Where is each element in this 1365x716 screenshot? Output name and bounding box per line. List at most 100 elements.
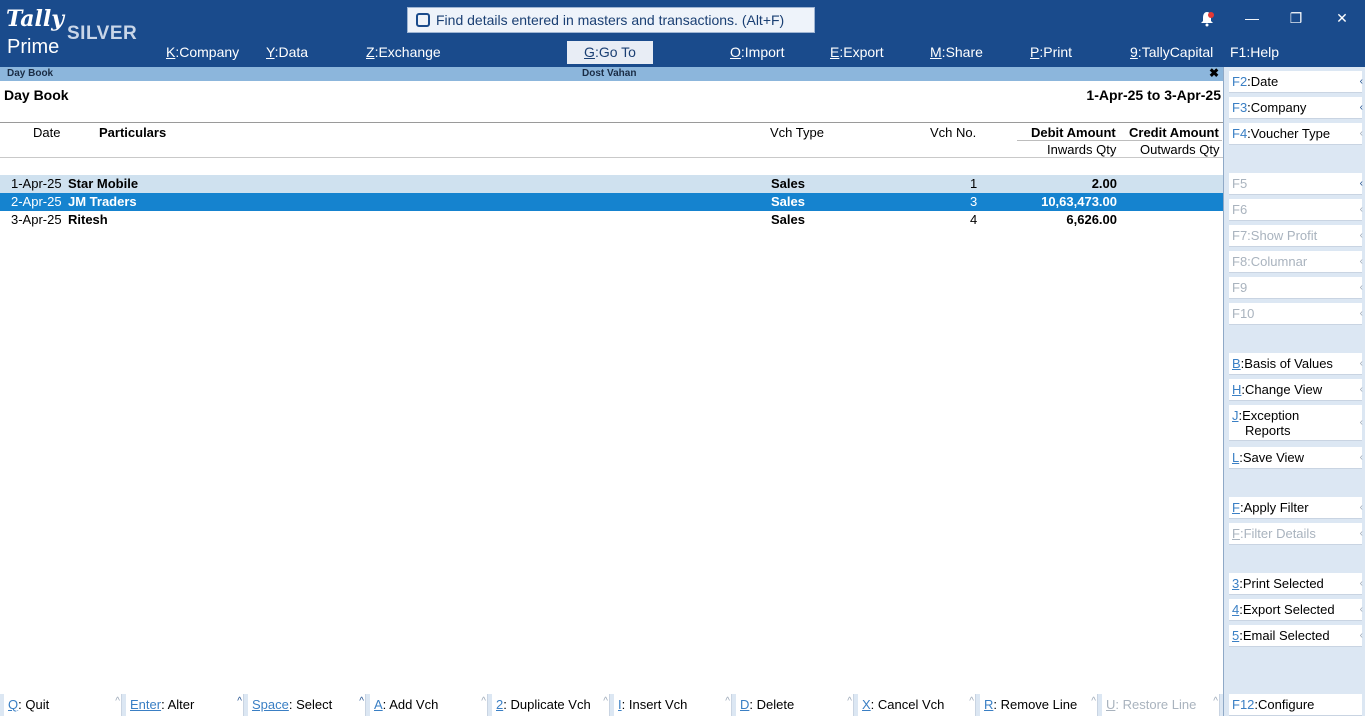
f9-button[interactable]: F9 ‹ — [1229, 277, 1363, 299]
chevron-left-icon: ‹ — [1359, 230, 1363, 241]
col-vch-type: Vch Type — [770, 125, 824, 140]
restore-button[interactable]: ❐ — [1286, 10, 1306, 27]
row-date: 1-Apr-25 — [11, 176, 62, 191]
header-divider-top — [0, 122, 1223, 123]
chevron-left-icon: ‹ — [1359, 528, 1363, 539]
menu-exchange[interactable]: Z:Exchange — [366, 44, 441, 60]
amount-col-divider — [1017, 140, 1222, 141]
footer-bar: Q: Quit ^ Enter: Alter ^ Space: Select ^ A:… — [0, 694, 1223, 716]
save-view-button[interactable]: L:Save View ‹ — [1229, 447, 1363, 469]
col-inwards-qty: Inwards Qty — [1047, 142, 1117, 157]
row-particulars: JM Traders — [68, 194, 137, 209]
col-date: Date — [33, 125, 61, 140]
menu-share[interactable]: M:Share — [930, 44, 983, 60]
caret-up-icon: ^ — [969, 696, 974, 707]
delete-button[interactable]: D: Delete ^ — [736, 694, 854, 716]
add-vch-button[interactable]: A: Add Vch ^ — [370, 694, 488, 716]
caret-up-icon: ^ — [1091, 696, 1096, 707]
company-button[interactable]: F3:Company ‹ — [1229, 97, 1363, 119]
chevron-left-icon: ‹ — [1359, 76, 1363, 87]
menu-data[interactable]: Y:Data — [266, 44, 308, 60]
col-outwards-qty: Outwards Qty — [1140, 142, 1220, 157]
caret-up-icon: ^ — [725, 696, 730, 707]
table-row[interactable]: 1-Apr-25 Star Mobile Sales 1 2.00 — [0, 175, 1223, 193]
tally-logo: Tally — [6, 6, 65, 32]
caret-up-icon: ^ — [481, 696, 486, 707]
row-vch-type: Sales — [771, 212, 805, 227]
print-selected-button[interactable]: 3:Print Selected ‹ — [1229, 573, 1363, 595]
date-button[interactable]: F2:Date ‹ — [1229, 71, 1363, 93]
prime-logo-text: Prime — [7, 36, 60, 58]
row-vch-no: 1 — [970, 176, 978, 191]
email-selected-button[interactable]: 5:Email Selected ‹ — [1229, 625, 1363, 647]
row-particulars: Star Mobile — [68, 176, 139, 191]
col-vch-no: Vch No. — [930, 125, 977, 140]
header-divider-bottom — [0, 157, 1223, 158]
f6-button[interactable]: F6 ‹ — [1229, 199, 1363, 221]
duplicate-vch-button[interactable]: 2: Duplicate Vch ^ — [492, 694, 610, 716]
col-credit-amount: Credit Amount — [1129, 125, 1219, 140]
menu-tallycapital[interactable]: 9:TallyCapital — [1130, 44, 1213, 60]
row-vch-no: 3 — [970, 194, 978, 209]
search-bar[interactable]: Find details entered in masters and tran… — [407, 7, 815, 33]
search-icon — [416, 13, 430, 27]
chevron-left-icon: ‹ — [1359, 358, 1363, 369]
menu-export[interactable]: E:Export — [830, 44, 884, 60]
configure-button[interactable]: F12:Configure — [1229, 694, 1362, 716]
notification-bell-icon[interactable] — [1199, 11, 1215, 27]
close-report-icon[interactable]: ✖ — [1209, 66, 1219, 80]
quit-button[interactable]: Q: Quit ^ — [4, 694, 122, 716]
menu-print[interactable]: P:Print — [1030, 44, 1072, 60]
select-button[interactable]: Space: Select ^ — [248, 694, 366, 716]
insert-vch-button[interactable]: I: Insert Vch ^ — [614, 694, 732, 716]
show-profit-button[interactable]: F7:Show Profit ‹ — [1229, 225, 1363, 247]
menu-import[interactable]: O:Import — [730, 44, 784, 60]
f10-button[interactable]: F10 ‹ — [1229, 303, 1363, 325]
alter-button[interactable]: Enter: Alter ^ — [126, 694, 244, 716]
chevron-left-icon: ‹ — [1359, 308, 1363, 319]
f5-button[interactable]: F5 ‹ — [1229, 173, 1363, 195]
cancel-vch-button[interactable]: X: Cancel Vch ^ — [858, 694, 976, 716]
row-debit: 2.00 — [1091, 176, 1117, 191]
menu-goto[interactable]: G:Go To — [567, 41, 653, 64]
caret-up-icon: ^ — [115, 696, 120, 707]
chevron-left-icon: ‹ — [1359, 282, 1363, 293]
chevron-left-icon: ‹ — [1359, 384, 1363, 395]
report-title: Day Book — [4, 87, 69, 103]
restore-line-button[interactable]: U: Restore Line ^ — [1102, 694, 1220, 716]
caret-up-icon: ^ — [847, 696, 852, 707]
report-subbar: Day Book Dost Vahan ✖ — [0, 66, 1223, 81]
change-view-button[interactable]: H:Change View ‹ — [1229, 379, 1363, 401]
table-row[interactable]: 3-Apr-25 Ritesh Sales 4 6,626.00 — [0, 211, 1223, 229]
chevron-left-icon: ‹ — [1359, 630, 1363, 641]
apply-filter-button[interactable]: F:Apply Filter ‹ — [1229, 497, 1363, 519]
row-vch-type: Sales — [771, 176, 805, 191]
caret-up-icon: ^ — [237, 696, 242, 707]
columnar-button[interactable]: F8:Columnar ‹ — [1229, 251, 1363, 273]
subbar-report-name: Day Book — [7, 68, 54, 79]
remove-line-button[interactable]: R: Remove Line ^ — [980, 694, 1098, 716]
table-row-selected[interactable]: 2-Apr-25 JM Traders Sales 3 10,63,473.00 — [0, 193, 1223, 211]
chevron-left-icon: ‹ — [1359, 178, 1363, 189]
col-debit-amount: Debit Amount — [1031, 125, 1116, 140]
export-selected-button[interactable]: 4:Export Selected ‹ — [1229, 599, 1363, 621]
filter-details-button[interactable]: F:Filter Details ‹ — [1229, 523, 1363, 545]
chevron-left-icon: ‹ — [1359, 256, 1363, 267]
row-date: 2-Apr-25 — [11, 194, 62, 209]
basis-of-values-button[interactable]: B:Basis of Values ‹ — [1229, 353, 1363, 375]
subbar-company-name: Dost Vahan — [582, 68, 637, 79]
edition-label: SILVER — [67, 23, 138, 44]
close-window-button[interactable]: ✕ — [1332, 10, 1352, 27]
chevron-left-icon: ‹ — [1359, 452, 1363, 463]
right-button-panel: F2:Date ‹ F3:Company ‹ F4:Voucher Type ‹ F5… — [1223, 67, 1365, 716]
chevron-left-icon: ‹ — [1359, 502, 1363, 513]
minimize-button[interactable]: — — [1242, 10, 1262, 26]
menu-help[interactable]: F1:Help — [1230, 44, 1279, 60]
exception-reports-button[interactable]: J:Exception Reports ‹ — [1229, 405, 1363, 441]
report-period: 1-Apr-25 to 3-Apr-25 — [1086, 87, 1221, 103]
menu-company[interactable]: K:Company — [166, 44, 239, 60]
row-debit: 6,626.00 — [1066, 212, 1117, 227]
row-date: 3-Apr-25 — [11, 212, 62, 227]
voucher-type-button[interactable]: F4:Voucher Type ‹ — [1229, 123, 1363, 145]
col-particulars: Particulars — [99, 125, 167, 140]
